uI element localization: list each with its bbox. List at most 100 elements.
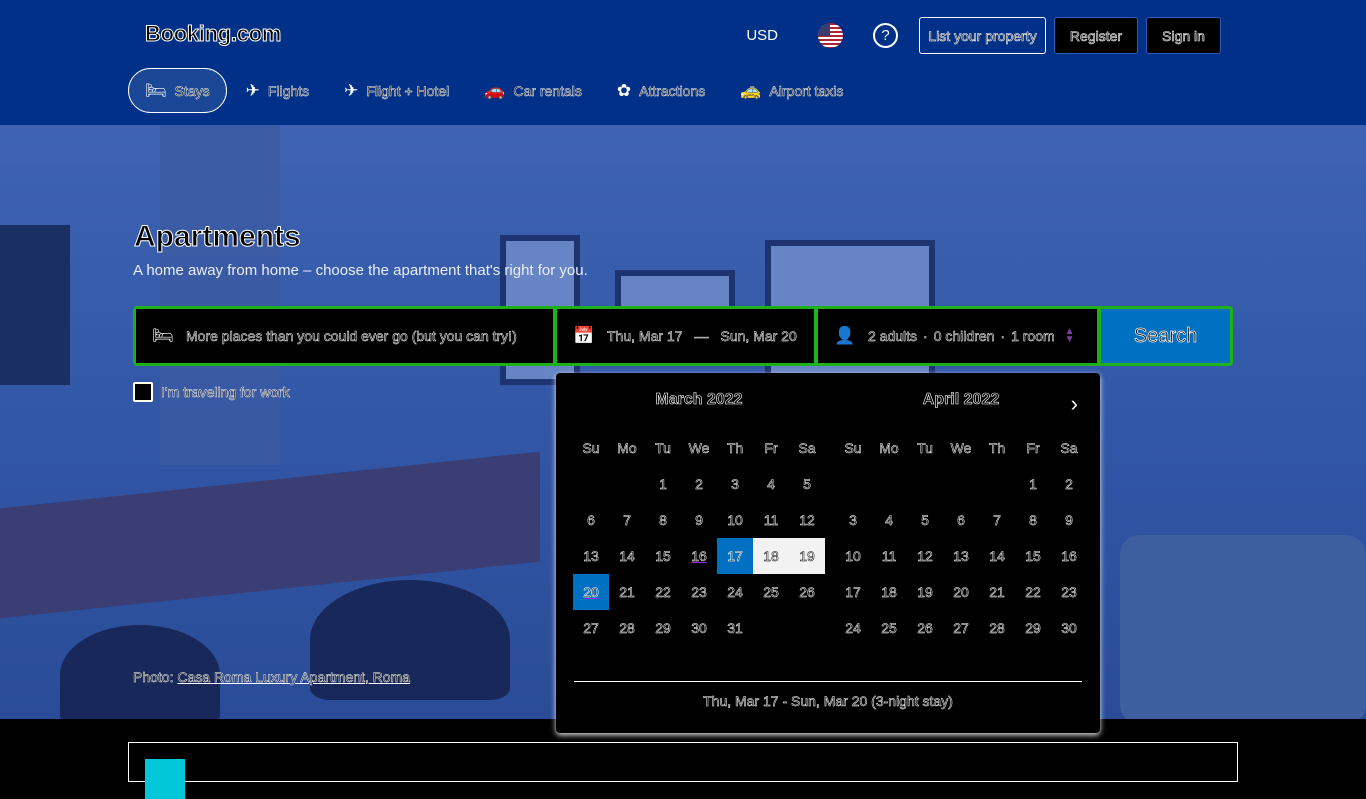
weekday-header: We — [950, 440, 972, 457]
help-icon[interactable]: ? — [873, 23, 898, 48]
weekday-header: Tu — [655, 440, 671, 457]
list-property-button[interactable]: List your property — [919, 17, 1046, 54]
calendar-day[interactable]: 14 — [609, 538, 645, 574]
calendar-day[interactable]: 3 — [835, 502, 871, 538]
calendar-day[interactable]: 3 — [717, 466, 753, 502]
calendar-day[interactable]: 23 — [681, 574, 717, 610]
calendar-day[interactable]: 22 — [1015, 574, 1051, 610]
calendar-day[interactable]: 25 — [753, 574, 789, 610]
work-travel-checkbox[interactable] — [133, 382, 153, 402]
calendar-day[interactable]: 28 — [979, 610, 1015, 646]
checkout-date[interactable]: Sun, Mar 20 — [720, 328, 797, 345]
sign-in-button[interactable]: Sign in — [1146, 17, 1221, 54]
calendar-day[interactable]: 23 — [1051, 574, 1087, 610]
calendar-day[interactable]: 4 — [871, 502, 907, 538]
calendar-day[interactable]: 12 — [789, 502, 825, 538]
product-nav: 🛏 Stays ✈ Flights ✈ Flight + Hotel 🚗 Car… — [128, 68, 862, 113]
calendar-day[interactable]: 12 — [907, 538, 943, 574]
calendar-day[interactable]: 1 — [1015, 466, 1051, 502]
calendar-day[interactable]: 17 — [717, 538, 753, 574]
calendar-day[interactable]: 30 — [681, 610, 717, 646]
currency-selector[interactable]: USD — [746, 27, 778, 44]
calendar-day[interactable]: 7 — [609, 502, 645, 538]
calendar-day[interactable]: 27 — [573, 610, 609, 646]
calendar-day[interactable]: 5 — [789, 466, 825, 502]
chevron-updown-icon: ▲ ▼ — [1064, 326, 1075, 345]
calendar-day[interactable]: 9 — [1051, 502, 1087, 538]
calendar-day[interactable]: 19 — [789, 538, 825, 574]
calendar-day[interactable]: 8 — [645, 502, 681, 538]
search-button[interactable]: Search — [1101, 309, 1230, 363]
register-button[interactable]: Register — [1054, 17, 1138, 54]
photo-credit-prefix: Photo: — [133, 669, 178, 686]
calendar-day[interactable]: 7 — [979, 502, 1015, 538]
rooms-count: 1 room — [1011, 328, 1055, 345]
calendar-day[interactable]: 30 — [1051, 610, 1087, 646]
calendar-day[interactable]: 8 — [1015, 502, 1051, 538]
calendar-icon: 📅 — [573, 326, 595, 345]
work-travel-checkbox-row[interactable]: I'm traveling for work — [133, 382, 290, 402]
calendar-day[interactable]: 4 — [753, 466, 789, 502]
nav-item-attractions[interactable]: ✿ Attractions — [601, 68, 721, 113]
calendar-day[interactable]: 26 — [789, 574, 825, 610]
calendar-day[interactable]: 9 — [681, 502, 717, 538]
booking-logo[interactable]: Booking.com — [144, 21, 281, 47]
calendar-day[interactable]: 10 — [835, 538, 871, 574]
guests-field[interactable]: 👤 2 adults · 0 children · 1 room ▲ ▼ — [818, 309, 1097, 363]
calendar-day[interactable]: 1 — [645, 466, 681, 502]
calendar-day[interactable]: 15 — [1015, 538, 1051, 574]
calendar-day[interactable]: 31 — [717, 610, 753, 646]
calendar-day[interactable]: 2 — [681, 466, 717, 502]
calendar-day[interactable]: 10 — [717, 502, 753, 538]
calendar-day[interactable]: 29 — [645, 610, 681, 646]
weekday-header: Fr — [764, 440, 778, 457]
page-subtitle: A home away from home – choose the apart… — [133, 262, 588, 279]
checkin-date[interactable]: Thu, Mar 17 — [607, 328, 683, 345]
weekday-header: Th — [988, 440, 1006, 457]
destination-field[interactable]: 🛏 More places than you could ever go (bu… — [136, 309, 553, 363]
nav-item-airport-taxis[interactable]: 🚕 Airport taxis — [724, 68, 859, 113]
calendar-day[interactable]: 16 — [1051, 538, 1087, 574]
calendar-day[interactable]: 13 — [943, 538, 979, 574]
calendar-day[interactable]: 18 — [871, 574, 907, 610]
calendar-day[interactable]: 19 — [907, 574, 943, 610]
calendar-day[interactable]: 20 — [573, 574, 609, 610]
nav-item-flight-hotel[interactable]: ✈ Flight + Hotel — [328, 68, 465, 113]
calendar-day[interactable]: 21 — [609, 574, 645, 610]
us-flag-icon[interactable] — [818, 23, 843, 48]
calendar-day[interactable]: 24 — [835, 610, 871, 646]
site-header: Booking.com USD ? List your property Reg… — [0, 0, 1366, 125]
nav-item-flights[interactable]: ✈ Flights — [230, 68, 325, 113]
weekday-header: We — [688, 440, 710, 457]
calendar-day[interactable]: 28 — [609, 610, 645, 646]
calendar-day[interactable]: 11 — [753, 502, 789, 538]
calendar-day[interactable]: 17 — [835, 574, 871, 610]
date-field[interactable]: 📅 Thu, Mar 17 — Sun, Mar 20 — [557, 309, 814, 363]
nav-item-car-rentals[interactable]: 🚗 Car rentals — [468, 68, 598, 113]
calendar-day[interactable]: 24 — [717, 574, 753, 610]
weekday-header: Mo — [617, 440, 637, 457]
photo-credit-link[interactable]: Casa Roma Luxury Apartment, Roma — [177, 669, 410, 686]
calendar-day[interactable]: 16 — [681, 538, 717, 574]
calendar-day[interactable]: 18 — [753, 538, 789, 574]
calendar-day[interactable]: 13 — [573, 538, 609, 574]
calendar-day[interactable]: 21 — [979, 574, 1015, 610]
calendar-day[interactable]: 25 — [871, 610, 907, 646]
calendar-day[interactable]: 29 — [1015, 610, 1051, 646]
calendar-day[interactable]: 15 — [645, 538, 681, 574]
calendar-day[interactable]: 6 — [943, 502, 979, 538]
person-icon: 👤 — [834, 326, 856, 345]
calendar-day[interactable]: 14 — [979, 538, 1015, 574]
calendar-day[interactable]: 6 — [573, 502, 609, 538]
photo-credit: Photo: Casa Roma Luxury Apartment, Roma — [133, 669, 411, 686]
chevron-right-icon[interactable]: › — [1071, 391, 1078, 417]
calendar-day[interactable]: 27 — [943, 610, 979, 646]
calendar-day[interactable]: 22 — [645, 574, 681, 610]
calendar-day[interactable]: 11 — [871, 538, 907, 574]
calendar-day[interactable]: 20 — [943, 574, 979, 610]
calendar-day[interactable]: 5 — [907, 502, 943, 538]
calendar-day[interactable]: 2 — [1051, 466, 1087, 502]
calendar-day[interactable]: 26 — [907, 610, 943, 646]
nav-item-label: Stays — [174, 82, 210, 99]
nav-item-stays[interactable]: 🛏 Stays — [128, 68, 227, 113]
